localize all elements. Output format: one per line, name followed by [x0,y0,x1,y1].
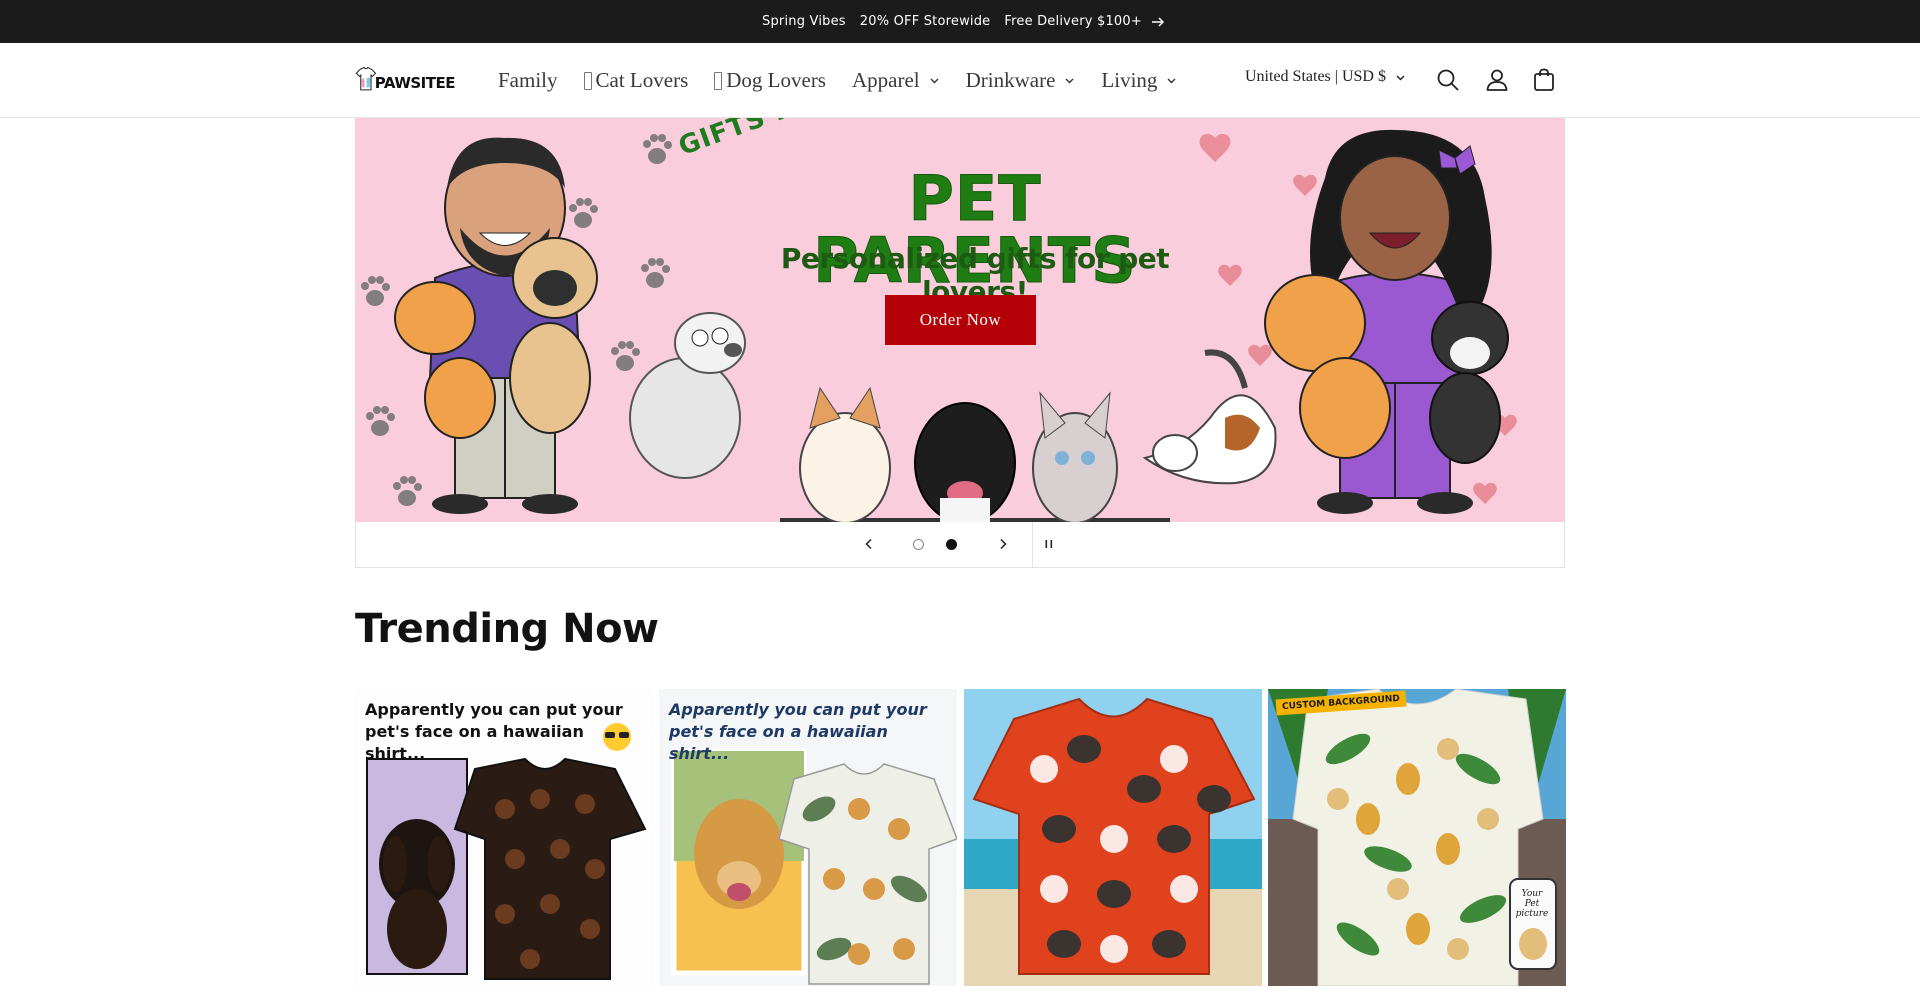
controls-divider [1032,522,1033,568]
chevron-left-icon [865,538,872,550]
nav-label: Living [1101,68,1158,92]
nav-item-family[interactable]: Family [498,68,558,93]
logo-shirt-icon [355,66,377,91]
arrow-right-icon[interactable] [1151,15,1165,29]
nav-item-apparel[interactable]: Apparel [852,68,940,93]
nav-label: Cat Lovers [595,68,689,92]
missing-glyph-icon [714,71,723,90]
account-icon[interactable] [1484,67,1510,93]
product-image [1268,689,1566,986]
hero-slide: GIFTS FOR PET PARENTS Personalized gifts… [355,118,1565,523]
nav-item-cat-lovers[interactable]: Cat Lovers [583,68,689,93]
slider-controls [355,522,1565,568]
next-slide-button[interactable] [993,534,1013,554]
pause-slideshow-button[interactable] [1039,534,1059,554]
pause-icon [1045,540,1053,548]
product-card[interactable]: Apparently you can put your pet's face o… [659,689,957,986]
search-icon[interactable] [1435,67,1461,93]
logo-text: PAWSITEE [374,74,456,92]
product-card[interactable] [964,689,1262,986]
currency-selector[interactable]: United States | USD $ [1245,68,1406,86]
chevron-down-icon [1167,78,1176,84]
nav-label: Apparel [851,68,920,92]
previous-slide-button[interactable] [859,534,879,554]
nav-item-living[interactable]: Living [1101,68,1177,93]
nav-label: Dog Lovers [726,68,826,92]
product-image [964,689,1262,986]
nav-item-drinkware[interactable]: Drinkware [966,68,1076,93]
main-nav: Family Cat Lovers Dog Lovers Apparel Dri… [498,43,1203,118]
logo[interactable]: PAWSITEE [355,57,456,101]
product-caption: Apparently you can put your pet's face o… [365,700,623,763]
nav-item-dog-lovers[interactable]: Dog Lovers [714,68,826,93]
cart-icon[interactable] [1531,67,1557,93]
order-now-button[interactable]: Order Now [885,295,1036,345]
section-title-trending: Trending Now [355,606,659,652]
announcement-item-1: Spring Vibes [762,14,846,29]
chevron-right-icon [1000,538,1007,550]
currency-label: United States | USD $ [1245,68,1386,85]
missing-glyph-icon [583,71,592,90]
product-card[interactable]: CUSTOM BACKGROUND Your Pet picture [1268,689,1566,986]
announcement-item-2: 20% OFF Storewide [859,14,991,29]
slide-dot-2[interactable] [946,539,957,550]
nav-label: Drinkware [965,68,1056,92]
announcement-item-3[interactable]: Free Delivery $100+ [1004,14,1142,29]
announcement-bar[interactable]: Spring Vibes 20% OFF Storewide Free Deli… [0,0,1920,43]
phone-label: Your Pet picture [1515,889,1549,919]
chevron-down-icon [1396,75,1405,80]
chevron-down-icon [1065,78,1074,84]
chevron-down-icon [930,78,939,84]
nav-label: Family [498,68,558,92]
site-header: PAWSITEE Family Cat Lovers Dog Lovers Ap… [0,43,1920,118]
product-caption: Apparently you can put your pet's face o… [669,700,927,763]
slide-dot-1[interactable] [913,539,924,550]
product-card[interactable]: Apparently you can put your pet's face o… [355,689,653,986]
